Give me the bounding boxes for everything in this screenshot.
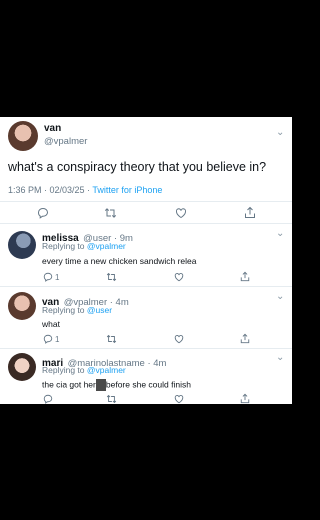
like-icon[interactable]: [175, 207, 187, 219]
reply-text: every time a new chicken sandwich relea: [42, 256, 197, 266]
reply-icon[interactable]: [43, 272, 53, 282]
retweet-icon[interactable]: [106, 394, 117, 404]
client-link[interactable]: Twitter for iPhone: [92, 185, 162, 195]
replying-to: Replying to @user: [42, 305, 112, 315]
retweet-icon[interactable]: [106, 272, 117, 282]
reply-text-after: before she could finish: [105, 379, 191, 390]
redaction-block: [95, 379, 106, 391]
timestamp-text: 1:36 PM · 02/03/25 ·: [8, 185, 93, 195]
tweet-thread-card: van @vpalmer ⌄ what's a conspiracy theor…: [0, 117, 292, 404]
reply-icon[interactable]: [37, 207, 49, 219]
chevron-down-icon[interactable]: ⌄: [276, 228, 284, 239]
avatar[interactable]: [8, 353, 36, 381]
replying-to: Replying to @vpalmer: [42, 365, 126, 375]
share-icon[interactable]: [244, 206, 256, 219]
tweet-text: what's a conspiracy theory that you beli…: [8, 160, 267, 174]
replying-to: Replying to @vpalmer: [42, 241, 126, 251]
chevron-down-icon[interactable]: ⌄: [276, 352, 284, 363]
reply-text: the cia got her before she could finish: [42, 379, 191, 391]
reply-count: 1: [55, 273, 60, 282]
author-name[interactable]: van: [44, 123, 61, 134]
chevron-down-icon[interactable]: ⌄: [276, 291, 284, 302]
replying-label: Replying to: [42, 365, 87, 375]
share-icon[interactable]: [240, 271, 250, 282]
reply-icon[interactable]: [43, 394, 53, 404]
retweet-icon[interactable]: [104, 207, 117, 219]
divider: [0, 286, 292, 287]
replying-label: Replying to: [42, 305, 87, 315]
share-icon[interactable]: [240, 393, 250, 404]
like-icon[interactable]: [174, 394, 184, 404]
replying-to-link[interactable]: @vpalmer: [87, 365, 126, 375]
share-icon[interactable]: [240, 333, 250, 344]
replying-to-link[interactable]: @user: [87, 305, 112, 315]
reply-text-before: the cia got her: [42, 379, 96, 390]
replying-to-link[interactable]: @vpalmer: [87, 241, 126, 251]
retweet-icon[interactable]: [106, 334, 117, 344]
chevron-down-icon[interactable]: ⌄: [276, 127, 284, 138]
replying-label: Replying to: [42, 241, 87, 251]
divider: [0, 201, 292, 202]
like-icon[interactable]: [174, 272, 184, 282]
like-icon[interactable]: [174, 334, 184, 344]
divider: [0, 223, 292, 224]
avatar[interactable]: [8, 231, 36, 259]
reply-count: 1: [55, 335, 60, 344]
author-handle[interactable]: @vpalmer: [44, 136, 87, 147]
reply-icon[interactable]: [43, 334, 53, 344]
tweet-timestamp: 1:36 PM · 02/03/25 · Twitter for iPhone: [8, 185, 162, 195]
divider: [0, 348, 292, 349]
reply-text: what: [42, 319, 60, 329]
avatar[interactable]: [8, 292, 36, 320]
avatar[interactable]: [8, 121, 38, 151]
